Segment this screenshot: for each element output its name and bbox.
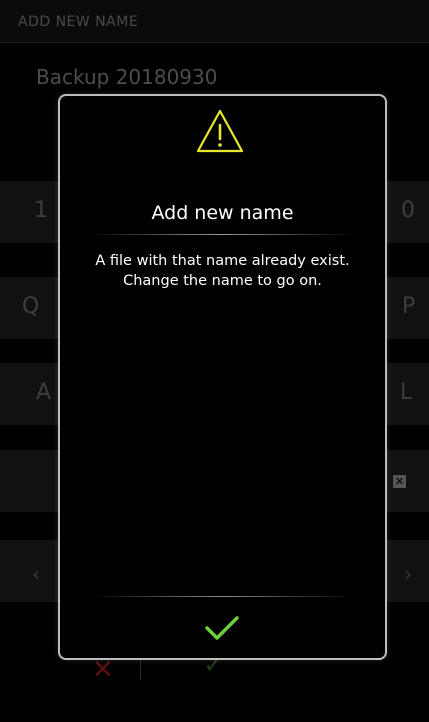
confirm-button[interactable]	[192, 606, 252, 650]
screen-title: ADD NEW NAME	[18, 14, 139, 30]
key-q[interactable]: Q	[22, 294, 39, 319]
chevron-right-icon[interactable]: ›	[404, 562, 412, 586]
dialog-title: Add new name	[151, 202, 294, 224]
footer-divider	[140, 658, 141, 680]
key-1[interactable]: 1	[34, 198, 48, 223]
key-a[interactable]: A	[36, 380, 51, 405]
key-p[interactable]: P	[402, 294, 415, 319]
divider	[90, 596, 355, 597]
screen-header: ADD NEW NAME	[0, 0, 429, 43]
check-icon	[205, 616, 239, 640]
divider	[90, 234, 355, 235]
chevron-left-icon[interactable]: ‹	[32, 562, 40, 586]
warning-dialog: Add new name A file with that name alrea…	[58, 94, 387, 660]
key-l[interactable]: L	[400, 380, 412, 405]
dialog-message: A file with that name already exist. Cha…	[95, 253, 350, 289]
warning-triangle-icon	[196, 109, 244, 153]
name-input[interactable]: Backup 20180930	[36, 65, 217, 89]
backspace-icon[interactable]: ✕	[393, 475, 406, 488]
key-0[interactable]: 0	[401, 198, 415, 223]
